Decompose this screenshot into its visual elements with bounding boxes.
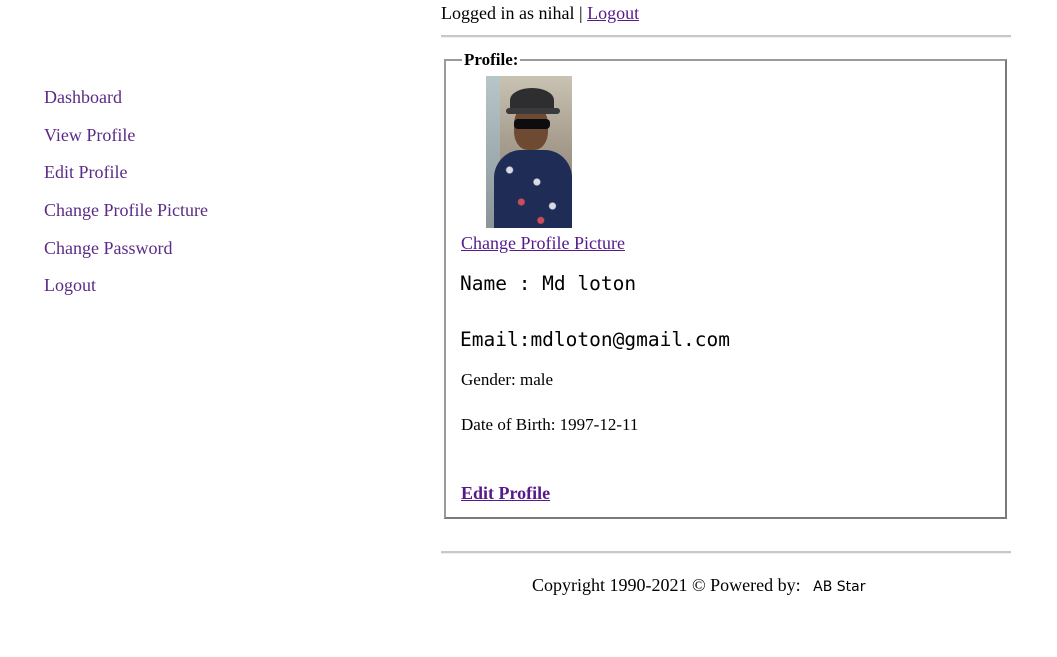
photo-shirt (494, 150, 572, 228)
sidebar-link-view-profile[interactable]: View Profile (44, 125, 135, 145)
footer: Copyright 1990-2021 © Powered by: AB Sta… (532, 575, 866, 596)
photo-cap-brim (506, 108, 560, 114)
top-divider (441, 35, 1011, 38)
sidebar-link-change-profile-picture[interactable]: Change Profile Picture (44, 200, 208, 220)
sidebar-nav: Dashboard View Profile Edit Profile Chan… (44, 85, 208, 311)
profile-date-of-birth: Date of Birth: 1997-12-11 (461, 415, 639, 434)
bottom-divider (441, 551, 1011, 554)
sidebar-item-dashboard: Dashboard (44, 85, 208, 123)
sidebar-link-dashboard[interactable]: Dashboard (44, 87, 122, 107)
photo-sunglasses (514, 119, 550, 129)
edit-profile-link[interactable]: Edit Profile (461, 483, 550, 504)
profile-email: Email:mdloton@gmail.com (460, 328, 731, 351)
login-status: Logged in as nihal | Logout (441, 3, 639, 24)
sidebar-link-change-password[interactable]: Change Password (44, 238, 173, 258)
footer-copyright: Copyright 1990-2021 © Powered by: (532, 575, 801, 595)
sidebar-link-edit-profile[interactable]: Edit Profile (44, 162, 128, 182)
sidebar-item-view-profile: View Profile (44, 123, 208, 161)
footer-brand: AB Star (813, 579, 866, 595)
sidebar-item-edit-profile: Edit Profile (44, 160, 208, 198)
sidebar-item-change-profile-picture: Change Profile Picture (44, 198, 208, 236)
sidebar-item-change-password: Change Password (44, 236, 208, 274)
header-logout-link[interactable]: Logout (587, 3, 639, 23)
change-profile-picture-link[interactable]: Change Profile Picture (461, 233, 625, 254)
logged-in-text: Logged in as nihal | (441, 3, 583, 23)
profile-legend: Profile: (464, 50, 519, 69)
profile-photo (486, 76, 572, 228)
sidebar-item-logout: Logout (44, 273, 208, 311)
sidebar-link-logout[interactable]: Logout (44, 275, 96, 295)
profile-gender: Gender: male (461, 370, 554, 389)
profile-name: Name : Md loton (460, 272, 637, 295)
